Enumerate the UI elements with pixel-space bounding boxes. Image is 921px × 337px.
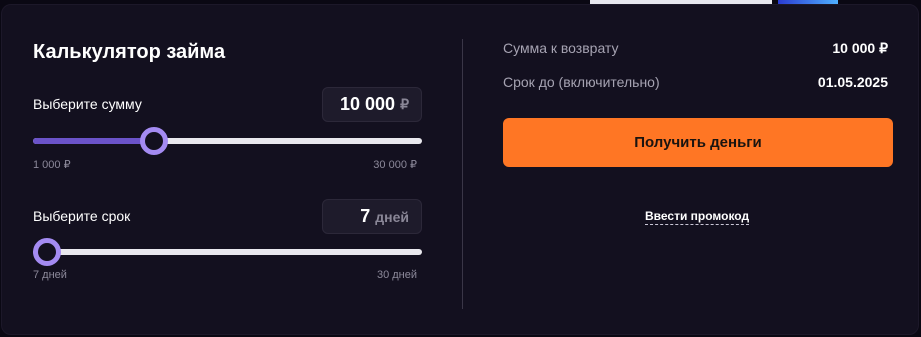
promo-code-link[interactable]: Ввести промокод: [645, 209, 750, 225]
amount-label: Выберите сумму: [33, 96, 142, 112]
due-date-label: Срок до (включительно): [503, 74, 660, 90]
amount-slider[interactable]: [33, 127, 422, 155]
term-slider-thumb[interactable]: [33, 238, 61, 266]
term-max-label: 30 дней: [376, 269, 417, 281]
term-label: Выберите срок: [33, 208, 131, 224]
amount-max-label: 30 000 ₽: [373, 159, 417, 171]
amount-min-label: 1 000 ₽: [33, 159, 71, 171]
term-value: 7: [360, 206, 371, 226]
term-slider[interactable]: [33, 238, 422, 266]
amount-slider-fill: [33, 138, 154, 144]
repay-amount-label: Сумма к возврату: [503, 40, 619, 56]
amount-value-field[interactable]: 10 000 ₽: [322, 87, 422, 122]
amount-value: 10 000: [340, 94, 396, 114]
amount-slider-thumb[interactable]: [139, 127, 168, 155]
loan-calculator-card: Калькулятор займа Выберите сумму 10 000 …: [1, 4, 919, 335]
calculator-title: Калькулятор займа: [33, 41, 226, 63]
amount-currency: ₽: [400, 96, 409, 112]
get-money-button[interactable]: Получить деньги: [503, 118, 893, 167]
term-value-field[interactable]: 7 дней: [322, 199, 422, 234]
due-date-value: 01.05.2025: [817, 74, 888, 90]
repay-amount-value: 10 000 ₽: [832, 40, 888, 56]
column-divider: [462, 39, 463, 309]
term-unit: дней: [375, 208, 409, 225]
term-min-label: 7 дней: [33, 269, 67, 281]
